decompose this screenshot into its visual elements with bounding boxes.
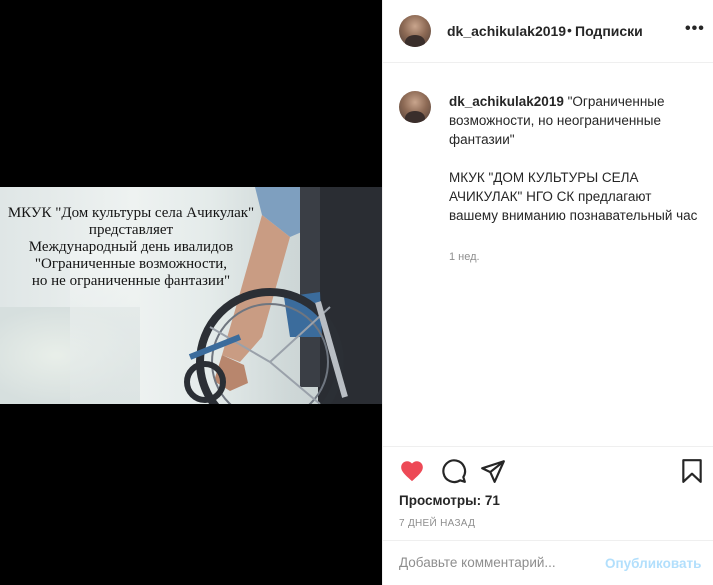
views-number: 71 [484, 493, 500, 508]
following-button[interactable]: Подписки [575, 23, 643, 39]
bookmark-icon[interactable] [679, 458, 705, 484]
image-caption-text: МКУК "Дом культуры села Ачикулак" предст… [7, 205, 255, 289]
caption-avatar[interactable] [399, 91, 431, 123]
post-date[interactable]: 7 дней назад [399, 518, 475, 529]
post-actions: Просмотры: 71 7 дней назад Опубликовать [383, 446, 713, 585]
publish-button[interactable]: Опубликовать [605, 556, 701, 571]
caption-username-link[interactable]: dk_achikulak2019 [449, 94, 564, 109]
post-media[interactable]: МКУК "Дом культуры села Ачикулак" предст… [0, 0, 382, 585]
heart-icon[interactable] [399, 458, 425, 484]
caption-body: МКУК "ДОМ КУЛЬТУРЫ СЕЛА АЧИКУЛАК" НГО СК… [449, 170, 698, 223]
post-sidebar: dk_achikulak2019 • Подписки ••• dk_achik… [382, 0, 713, 585]
add-comment-row: Опубликовать [383, 540, 713, 585]
username-link[interactable]: dk_achikulak2019 [447, 23, 566, 39]
avatar[interactable] [399, 15, 431, 47]
share-icon[interactable] [480, 458, 506, 484]
post-caption: dk_achikulak2019 "Ограниченные возможнос… [449, 92, 701, 244]
views-label: Просмотры: [399, 493, 482, 508]
caption-time[interactable]: 1 нед. [449, 251, 480, 263]
comment-icon[interactable] [441, 458, 467, 484]
post-header: dk_achikulak2019 • Подписки ••• [383, 0, 713, 63]
more-icon[interactable]: ••• [685, 20, 705, 38]
comment-input[interactable] [399, 555, 589, 570]
post-dialog: МКУК "Дом культуры села Ачикулак" предст… [0, 0, 713, 585]
post-image[interactable]: МКУК "Дом культуры села Ачикулак" предст… [0, 187, 382, 404]
views-count[interactable]: Просмотры: 71 [399, 493, 500, 508]
separator-dot: • [567, 22, 572, 38]
